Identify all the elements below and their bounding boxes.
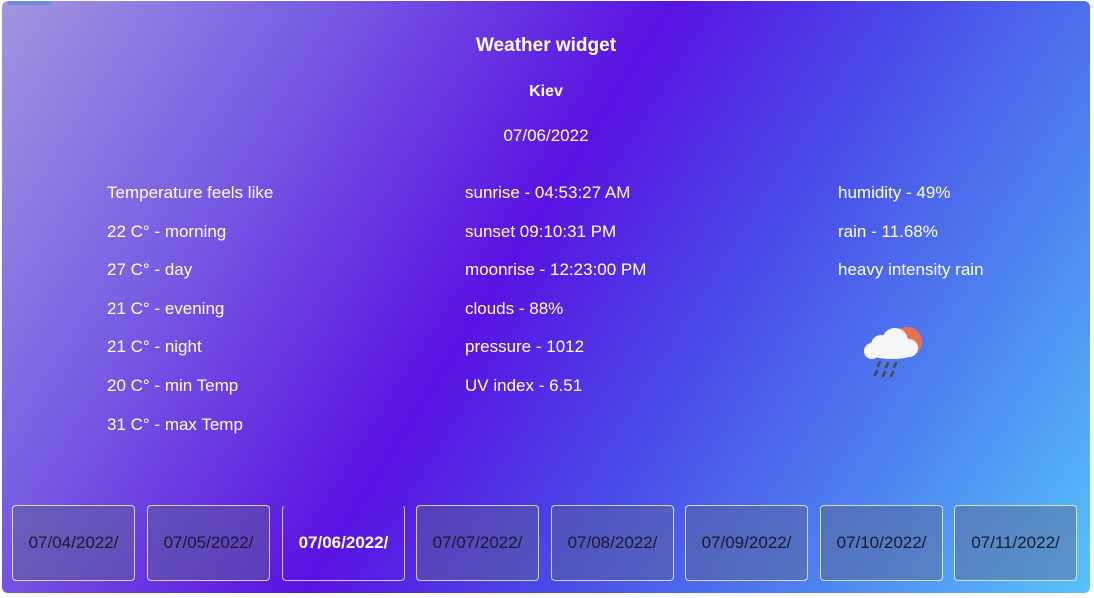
temp-night: 21 C° - night bbox=[107, 337, 202, 357]
uv-index-value: UV index - 6.51 bbox=[465, 375, 583, 395]
day-tab-label: 07/10/2022/ bbox=[836, 533, 927, 552]
temp-morning: 22 C° - morning bbox=[107, 221, 227, 241]
day-tab-active[interactable]: 07/06/2022/ bbox=[282, 505, 405, 581]
day-tab[interactable]: 07/05/2022/ bbox=[147, 505, 270, 581]
day-tab-label: 07/06/2022/ bbox=[298, 533, 389, 552]
conditions-column: humidity - 49% rain - 11.68% heavy inten… bbox=[838, 182, 984, 298]
day-tab-label: 07/09/2022/ bbox=[701, 533, 792, 552]
temp-min: 20 C° - min Temp bbox=[107, 375, 239, 395]
day-tab[interactable]: 07/10/2022/ bbox=[820, 505, 943, 581]
temperature-header: Temperature feels like bbox=[107, 183, 274, 202]
weather-description: heavy intensity rain bbox=[838, 260, 984, 280]
clouds-value: clouds - 88% bbox=[465, 298, 564, 318]
day-tab-label: 07/05/2022/ bbox=[163, 533, 254, 552]
rain-cloud-sun-icon bbox=[864, 327, 922, 378]
temperature-column: Temperature feels like 22 C° - morning 2… bbox=[107, 182, 273, 452]
city-name: Kiev bbox=[529, 83, 563, 100]
details-column: sunrise - 04:53:27 AM sunset 09:10:31 PM… bbox=[465, 182, 646, 414]
sunset-time: sunset 09:10:31 PM bbox=[465, 221, 617, 241]
day-tab[interactable]: 07/08/2022/ bbox=[551, 505, 674, 581]
weather-widget: Weather widget Kiev 07/06/2022 Temperatu… bbox=[2, 1, 1090, 593]
day-tab[interactable]: 07/04/2022/ bbox=[12, 505, 135, 581]
day-tab[interactable]: 07/09/2022/ bbox=[685, 505, 808, 581]
pressure-value: pressure - 1012 bbox=[465, 337, 585, 357]
temp-evening: 21 C° - evening bbox=[107, 298, 225, 318]
sunrise-time: sunrise - 04:53:27 AM bbox=[465, 183, 631, 202]
rain-value: rain - 11.68% bbox=[838, 221, 938, 241]
current-date: 07/06/2022 bbox=[503, 126, 589, 145]
moonrise-time: moonrise - 12:23:00 PM bbox=[465, 260, 647, 280]
day-tab-label: 07/11/2022/ bbox=[971, 533, 1060, 552]
day-tab[interactable]: 07/11/2022/ bbox=[954, 505, 1077, 581]
corner-tab bbox=[8, 1, 52, 5]
day-tab-label: 07/07/2022/ bbox=[432, 533, 523, 552]
temp-max: 31 C° - max Temp bbox=[107, 414, 243, 434]
day-tab-label: 07/04/2022/ bbox=[28, 533, 119, 552]
day-tab-label: 07/08/2022/ bbox=[567, 533, 658, 552]
temp-day: 27 C° - day bbox=[107, 260, 193, 280]
widget-title: Weather widget bbox=[475, 35, 617, 56]
day-tab[interactable]: 07/07/2022/ bbox=[416, 505, 539, 581]
humidity-value: humidity - 49% bbox=[838, 183, 951, 202]
